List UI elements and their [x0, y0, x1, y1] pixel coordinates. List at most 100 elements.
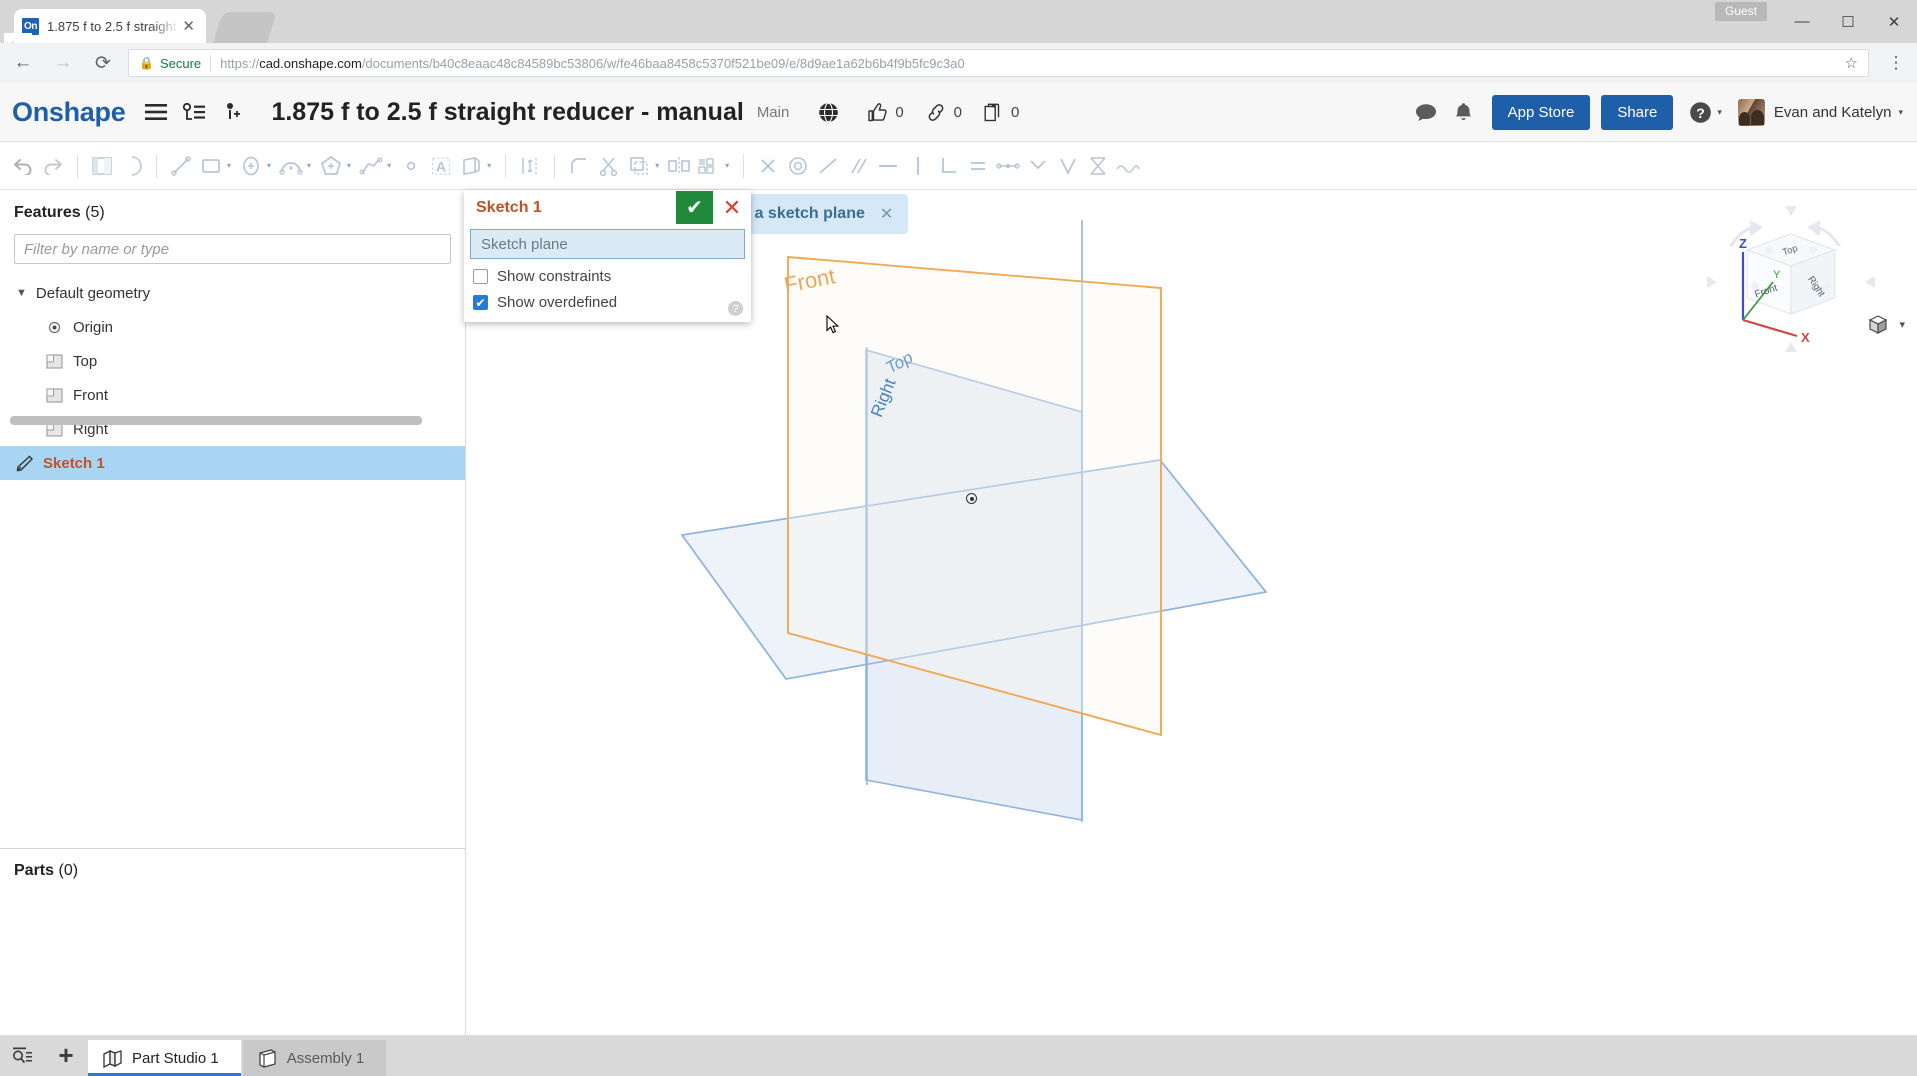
view-cube[interactable]: Top Front Right Z X Y: [1703, 202, 1883, 362]
chevron-down-icon[interactable]: ▾: [1899, 318, 1905, 331]
chevron-down-icon[interactable]: ▾: [227, 161, 231, 170]
equal-constraint-icon[interactable]: [963, 149, 993, 183]
point-icon[interactable]: [396, 149, 426, 183]
sketch-icon[interactable]: [87, 149, 117, 183]
copy-count[interactable]: 0: [984, 103, 1019, 122]
rectangle-icon[interactable]: [196, 149, 226, 183]
arc-icon[interactable]: [276, 149, 306, 183]
document-title[interactable]: 1.875 f to 2.5 f straight reducer - manu…: [271, 98, 743, 127]
close-icon[interactable]: ✕: [179, 17, 198, 35]
tree-item-origin[interactable]: Origin: [0, 310, 465, 344]
view-style-menu[interactable]: ▾: [1866, 312, 1905, 336]
construction-icon[interactable]: [1083, 149, 1113, 183]
help-menu[interactable]: ? ▾: [1689, 101, 1722, 124]
show-constraints-checkbox[interactable]: Show constraints: [464, 259, 751, 285]
chevron-down-icon[interactable]: ▾: [655, 161, 659, 170]
redo-icon[interactable]: [38, 149, 68, 183]
confirm-button[interactable]: ✔: [676, 191, 713, 224]
user-name[interactable]: Evan and Katelyn: [1774, 104, 1892, 121]
linear-pattern-icon[interactable]: [694, 149, 724, 183]
chevron-down-icon[interactable]: ▾: [725, 161, 729, 170]
guest-badge[interactable]: Guest: [1714, 2, 1767, 21]
bottom-tab-part-studio-1[interactable]: Part Studio 1: [88, 1040, 241, 1076]
chevron-down-icon[interactable]: ▾: [347, 161, 351, 170]
chevron-down-icon[interactable]: ▼: [16, 287, 27, 299]
horizontal-scrollbar[interactable]: [10, 416, 422, 425]
chevron-down-icon[interactable]: ▾: [1898, 107, 1903, 118]
notifications-bell-icon[interactable]: [1447, 95, 1481, 129]
window-controls: — ☐ ✕: [1779, 0, 1917, 43]
dimension-icon[interactable]: [515, 149, 545, 183]
hatch-icon[interactable]: [1113, 149, 1143, 183]
offset-icon[interactable]: [624, 149, 654, 183]
chevron-down-icon[interactable]: ▾: [267, 161, 271, 170]
perpendicular-constraint-icon[interactable]: [933, 149, 963, 183]
polygon-icon[interactable]: [316, 149, 346, 183]
angle-constraint-icon[interactable]: [1053, 149, 1083, 183]
reload-icon[interactable]: ⟳: [86, 46, 120, 80]
tangent-constraint-icon[interactable]: [813, 149, 843, 183]
circle-icon[interactable]: [236, 149, 266, 183]
tree-item-front[interactable]: Front: [0, 378, 465, 412]
filter-input[interactable]: Filter by name or type: [14, 234, 451, 264]
hamburger-menu-icon[interactable]: [139, 95, 173, 129]
app-store-button[interactable]: App Store: [1491, 94, 1591, 130]
extrude-icon[interactable]: [117, 149, 147, 183]
bottom-tab-assembly-1[interactable]: Assembly 1: [242, 1040, 387, 1076]
nudge-right-arrow: [1865, 276, 1875, 288]
share-button[interactable]: Share: [1601, 94, 1674, 130]
bottom-tab-label: Assembly 1: [286, 1049, 365, 1067]
help-icon[interactable]: ?: [728, 301, 743, 316]
line-icon[interactable]: [166, 149, 196, 183]
concentric-constraint-icon[interactable]: [783, 149, 813, 183]
maximize-icon[interactable]: ☐: [1825, 0, 1871, 43]
chevron-down-icon[interactable]: ▾: [307, 161, 311, 170]
origin-point[interactable]: [966, 493, 977, 504]
avatar[interactable]: [1737, 98, 1765, 126]
back-icon[interactable]: ←: [6, 46, 40, 80]
svg-text:?: ?: [1697, 104, 1706, 120]
tree-item-sketch-1[interactable]: Sketch 1: [0, 446, 465, 480]
sketch-plane-placeholder: Sketch plane: [481, 235, 568, 253]
add-tab-button[interactable]: +: [44, 1035, 88, 1076]
midpoint-constraint-icon[interactable]: [993, 149, 1023, 183]
cancel-button[interactable]: ✕: [713, 191, 751, 224]
browser-menu-icon[interactable]: ⋮: [1879, 53, 1913, 73]
minimize-icon[interactable]: —: [1779, 0, 1825, 43]
coincident-constraint-icon[interactable]: [753, 149, 783, 183]
part-studio-icon: [102, 1049, 123, 1068]
mirror-icon[interactable]: [664, 149, 694, 183]
sketch-plane-input[interactable]: Sketch plane: [470, 229, 745, 259]
element-filter-icon[interactable]: [0, 1035, 44, 1076]
chevron-down-icon[interactable]: ▾: [487, 161, 491, 170]
filter-placeholder: Filter by name or type: [24, 240, 170, 258]
vertical-constraint-icon[interactable]: [903, 149, 933, 183]
chevron-down-icon[interactable]: ▾: [387, 161, 391, 170]
bookmark-star-icon[interactable]: ☆: [1845, 54, 1858, 72]
address-bar[interactable]: 🔒 Secure https://cad.onshape.com/documen…: [128, 49, 1869, 77]
like-count[interactable]: 0: [867, 102, 904, 122]
undo-icon[interactable]: [8, 149, 38, 183]
browser-tab[interactable]: On 1.875 f to 2.5 f straight re ✕: [4, 9, 206, 43]
branch-label[interactable]: Main: [757, 104, 790, 121]
use-projection-icon[interactable]: [456, 149, 486, 183]
text-icon[interactable]: A: [426, 149, 456, 183]
tree-item-default-geometry[interactable]: ▼ Default geometry: [0, 276, 465, 310]
version-graph-icon[interactable]: [177, 95, 211, 129]
horizontal-constraint-icon[interactable]: [873, 149, 903, 183]
link-count[interactable]: 0: [926, 103, 962, 122]
show-overdefined-checkbox[interactable]: ✔ Show overdefined: [464, 285, 751, 322]
onshape-logo[interactable]: Onshape: [12, 97, 126, 128]
insert-feature-icon[interactable]: [215, 95, 249, 129]
symmetric-constraint-icon[interactable]: [1023, 149, 1053, 183]
fillet-icon[interactable]: [564, 149, 594, 183]
trim-icon[interactable]: [594, 149, 624, 183]
forward-icon[interactable]: →: [46, 46, 80, 80]
comments-icon[interactable]: [1409, 95, 1443, 129]
public-globe-icon[interactable]: [811, 95, 845, 129]
tree-item-top[interactable]: Top: [0, 344, 465, 378]
spline-icon[interactable]: [356, 149, 386, 183]
new-tab-button[interactable]: [212, 12, 278, 43]
window-close-icon[interactable]: ✕: [1871, 0, 1917, 43]
parallel-constraint-icon[interactable]: [843, 149, 873, 183]
